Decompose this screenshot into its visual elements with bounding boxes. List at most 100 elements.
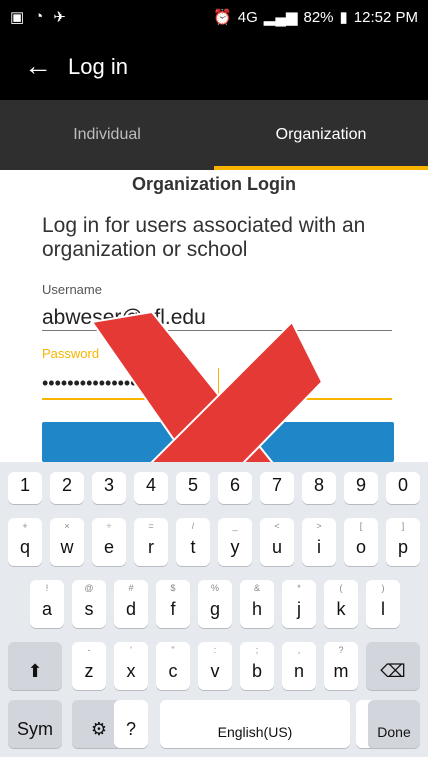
form-description: Log in for users associated with an orga… (42, 214, 366, 261)
key-m[interactable]: ? m (324, 642, 358, 690)
key-0[interactable]: 0 (386, 472, 420, 504)
space-key[interactable]: English(US) (160, 700, 350, 748)
key-label: 1 (19, 475, 30, 495)
page-title: Log in (68, 54, 128, 79)
key-subsymbol: - (87, 645, 91, 655)
key-label: 5 (187, 475, 198, 495)
key-6[interactable]: 6 (218, 472, 252, 504)
key-label: ⬆ (27, 661, 43, 681)
key-3[interactable]: 3 (92, 472, 126, 504)
key-subsymbol: % (210, 583, 219, 593)
status-bar: ▣ ◔ ✈ ⏰ 4G ▂▄▆ 82% ▮ 12:52 PM (0, 0, 428, 34)
gallery-icon: ▣ (10, 9, 25, 26)
key-label: m (333, 661, 349, 681)
backspace-icon[interactable]: ⌫ (366, 642, 420, 690)
key-l[interactable]: ) l (366, 580, 400, 628)
key-label: 4 (145, 475, 156, 495)
key-g[interactable]: % g (198, 580, 232, 628)
key-t[interactable]: / t (176, 518, 210, 566)
key-c[interactable]: " c (156, 642, 190, 690)
key-subsymbol: , (297, 645, 301, 655)
key-label: w (60, 537, 74, 557)
key-label: g (209, 599, 220, 619)
key-1[interactable]: 1 (8, 472, 42, 504)
key-subsymbol: " (171, 645, 175, 655)
key-9[interactable]: 9 (344, 472, 378, 504)
key-j[interactable]: * j (282, 580, 316, 628)
key-label: j (297, 599, 301, 619)
done-key[interactable]: Done (368, 700, 420, 748)
shift-icon[interactable]: ⬆ (8, 642, 62, 690)
key-e[interactable]: ÷ e (92, 518, 126, 566)
key-subsymbol: _ (232, 521, 238, 531)
arrow-left-icon[interactable]: ← (24, 48, 52, 84)
key-subsymbol: + (22, 521, 28, 531)
key-u[interactable]: < u (260, 518, 294, 566)
key-subsymbol: = (148, 521, 154, 531)
key-label: t (190, 537, 196, 557)
alarm-icon: ⏰ (213, 9, 232, 26)
key-w[interactable]: × w (50, 518, 84, 566)
key-label: p (397, 537, 408, 557)
key-label: 7 (271, 475, 282, 495)
key-label: q (19, 537, 30, 557)
key-q[interactable]: + q (8, 518, 42, 566)
tab-individual[interactable]: Individual (0, 100, 214, 170)
form-heading: Organization Login (132, 174, 296, 194)
login-form: Organization Login Log in for users asso… (0, 170, 428, 569)
key-subsymbol: < (274, 521, 280, 531)
key-label: 2 (61, 475, 72, 495)
key-label: n (293, 661, 304, 681)
key-label: d (125, 599, 136, 619)
key-subsymbol: [ (359, 521, 363, 531)
key-label: r (148, 537, 154, 557)
key-subsymbol: ( (339, 583, 343, 593)
key-subsymbol: & (253, 583, 260, 593)
key-z[interactable]: -z (72, 642, 106, 690)
key-subsymbol: ) (381, 583, 385, 593)
key-subsymbol: $ (170, 583, 176, 593)
notification-icon: ✈ (53, 9, 66, 26)
key-f[interactable]: $ f (156, 580, 190, 628)
key-y[interactable]: _ y (218, 518, 252, 566)
key-label: b (251, 661, 262, 681)
key-s[interactable]: @ s (72, 580, 106, 628)
key-8[interactable]: 8 (302, 472, 336, 504)
key-o[interactable]: [o (344, 518, 378, 566)
key-label: 6 (229, 475, 240, 495)
status-right: ⏰ 4G ▂▄▆ 82% ▮ 12:52 PM (213, 8, 418, 27)
key-label: ⌫ (380, 661, 406, 681)
key-r[interactable]: = r (134, 518, 168, 566)
key-b[interactable]: ; b (240, 642, 274, 690)
key-subsymbol: ÷ (106, 521, 112, 531)
key-5[interactable]: 5 (176, 472, 210, 504)
question-key[interactable]: ? (114, 700, 148, 748)
key-p[interactable]: ] p (386, 518, 420, 566)
key-2[interactable]: 2 (50, 472, 84, 504)
key-subsymbol: ? (338, 645, 344, 655)
login-tabs: Individual Organization (0, 100, 428, 170)
key-k[interactable]: (k (324, 580, 358, 628)
key-x[interactable]: ' x (114, 642, 148, 690)
key-d[interactable]: # d (114, 580, 148, 628)
key-label: s (84, 599, 94, 619)
key-label: f (170, 599, 176, 619)
key-v[interactable]: :v (198, 642, 232, 690)
key-a[interactable]: ! a (30, 580, 64, 628)
key-label: k (336, 599, 346, 619)
key-label: Done (377, 724, 411, 740)
key-7[interactable]: 7 (260, 472, 294, 504)
wifi-icon: ◔ (34, 8, 44, 25)
key-h[interactable]: & h (240, 580, 274, 628)
key-label: y (230, 537, 240, 557)
battery-icon: ▮ (339, 9, 348, 26)
key-i[interactable]: > i (302, 518, 336, 566)
key-subsymbol: : (213, 645, 217, 655)
tab-organization[interactable]: Organization (214, 100, 428, 170)
battery-text: 82% (303, 8, 334, 26)
key-label: 9 (355, 475, 366, 495)
sym-key[interactable]: Sym (8, 700, 62, 748)
key-subsymbol: * (297, 583, 301, 593)
key-n[interactable]: ,n (282, 642, 316, 690)
key-4[interactable]: 4 (134, 472, 168, 504)
